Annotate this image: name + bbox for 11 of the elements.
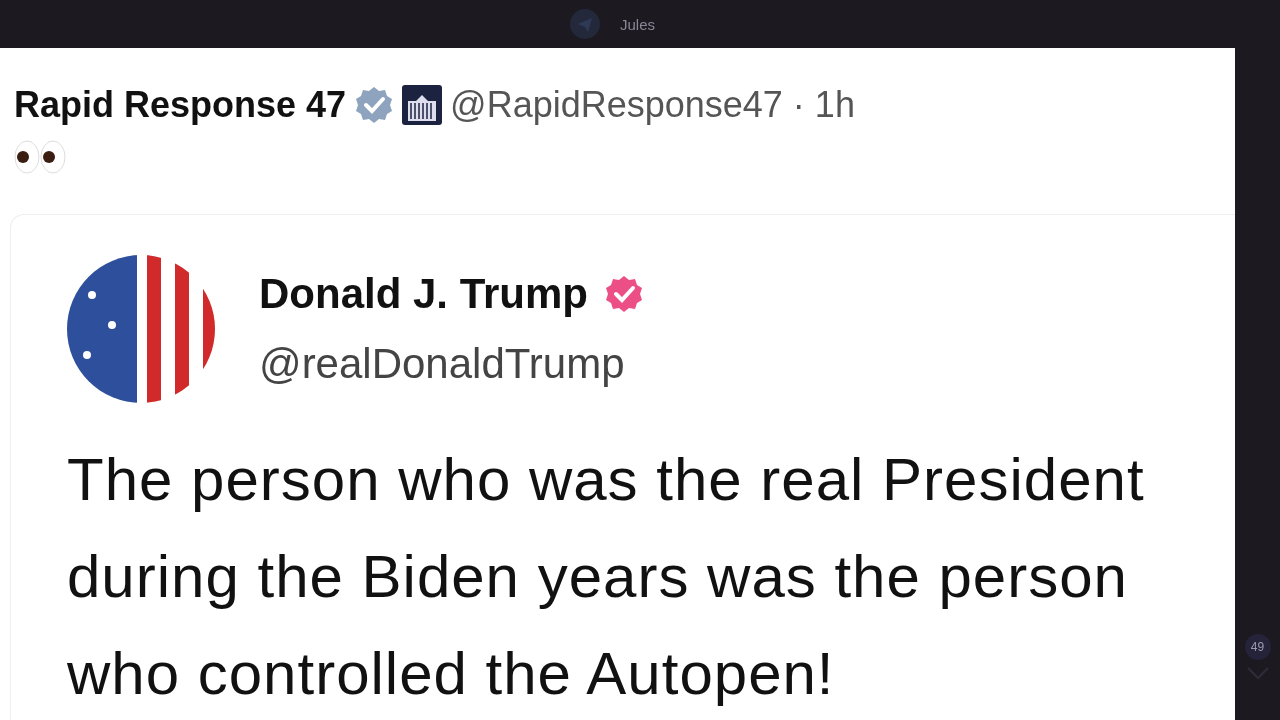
chevron-down-icon[interactable] — [1245, 666, 1270, 680]
chat-title: Jules — [620, 15, 656, 33]
author-name: Rapid Response 47 — [14, 84, 347, 126]
author-handle: @RapidResponse47 · 1h — [450, 84, 855, 126]
send-icon — [570, 9, 600, 39]
author-handle: @realDonaldTrump — [259, 340, 626, 388]
building-icon — [402, 85, 443, 125]
unread-badge: 49 — [1244, 634, 1271, 660]
eyes-icon — [14, 140, 68, 174]
post-text: The person who was the real President during the Biden years was the person who controlled the Autopen! — [67, 445, 1146, 709]
author-name: Donald J. Trump — [259, 270, 589, 318]
